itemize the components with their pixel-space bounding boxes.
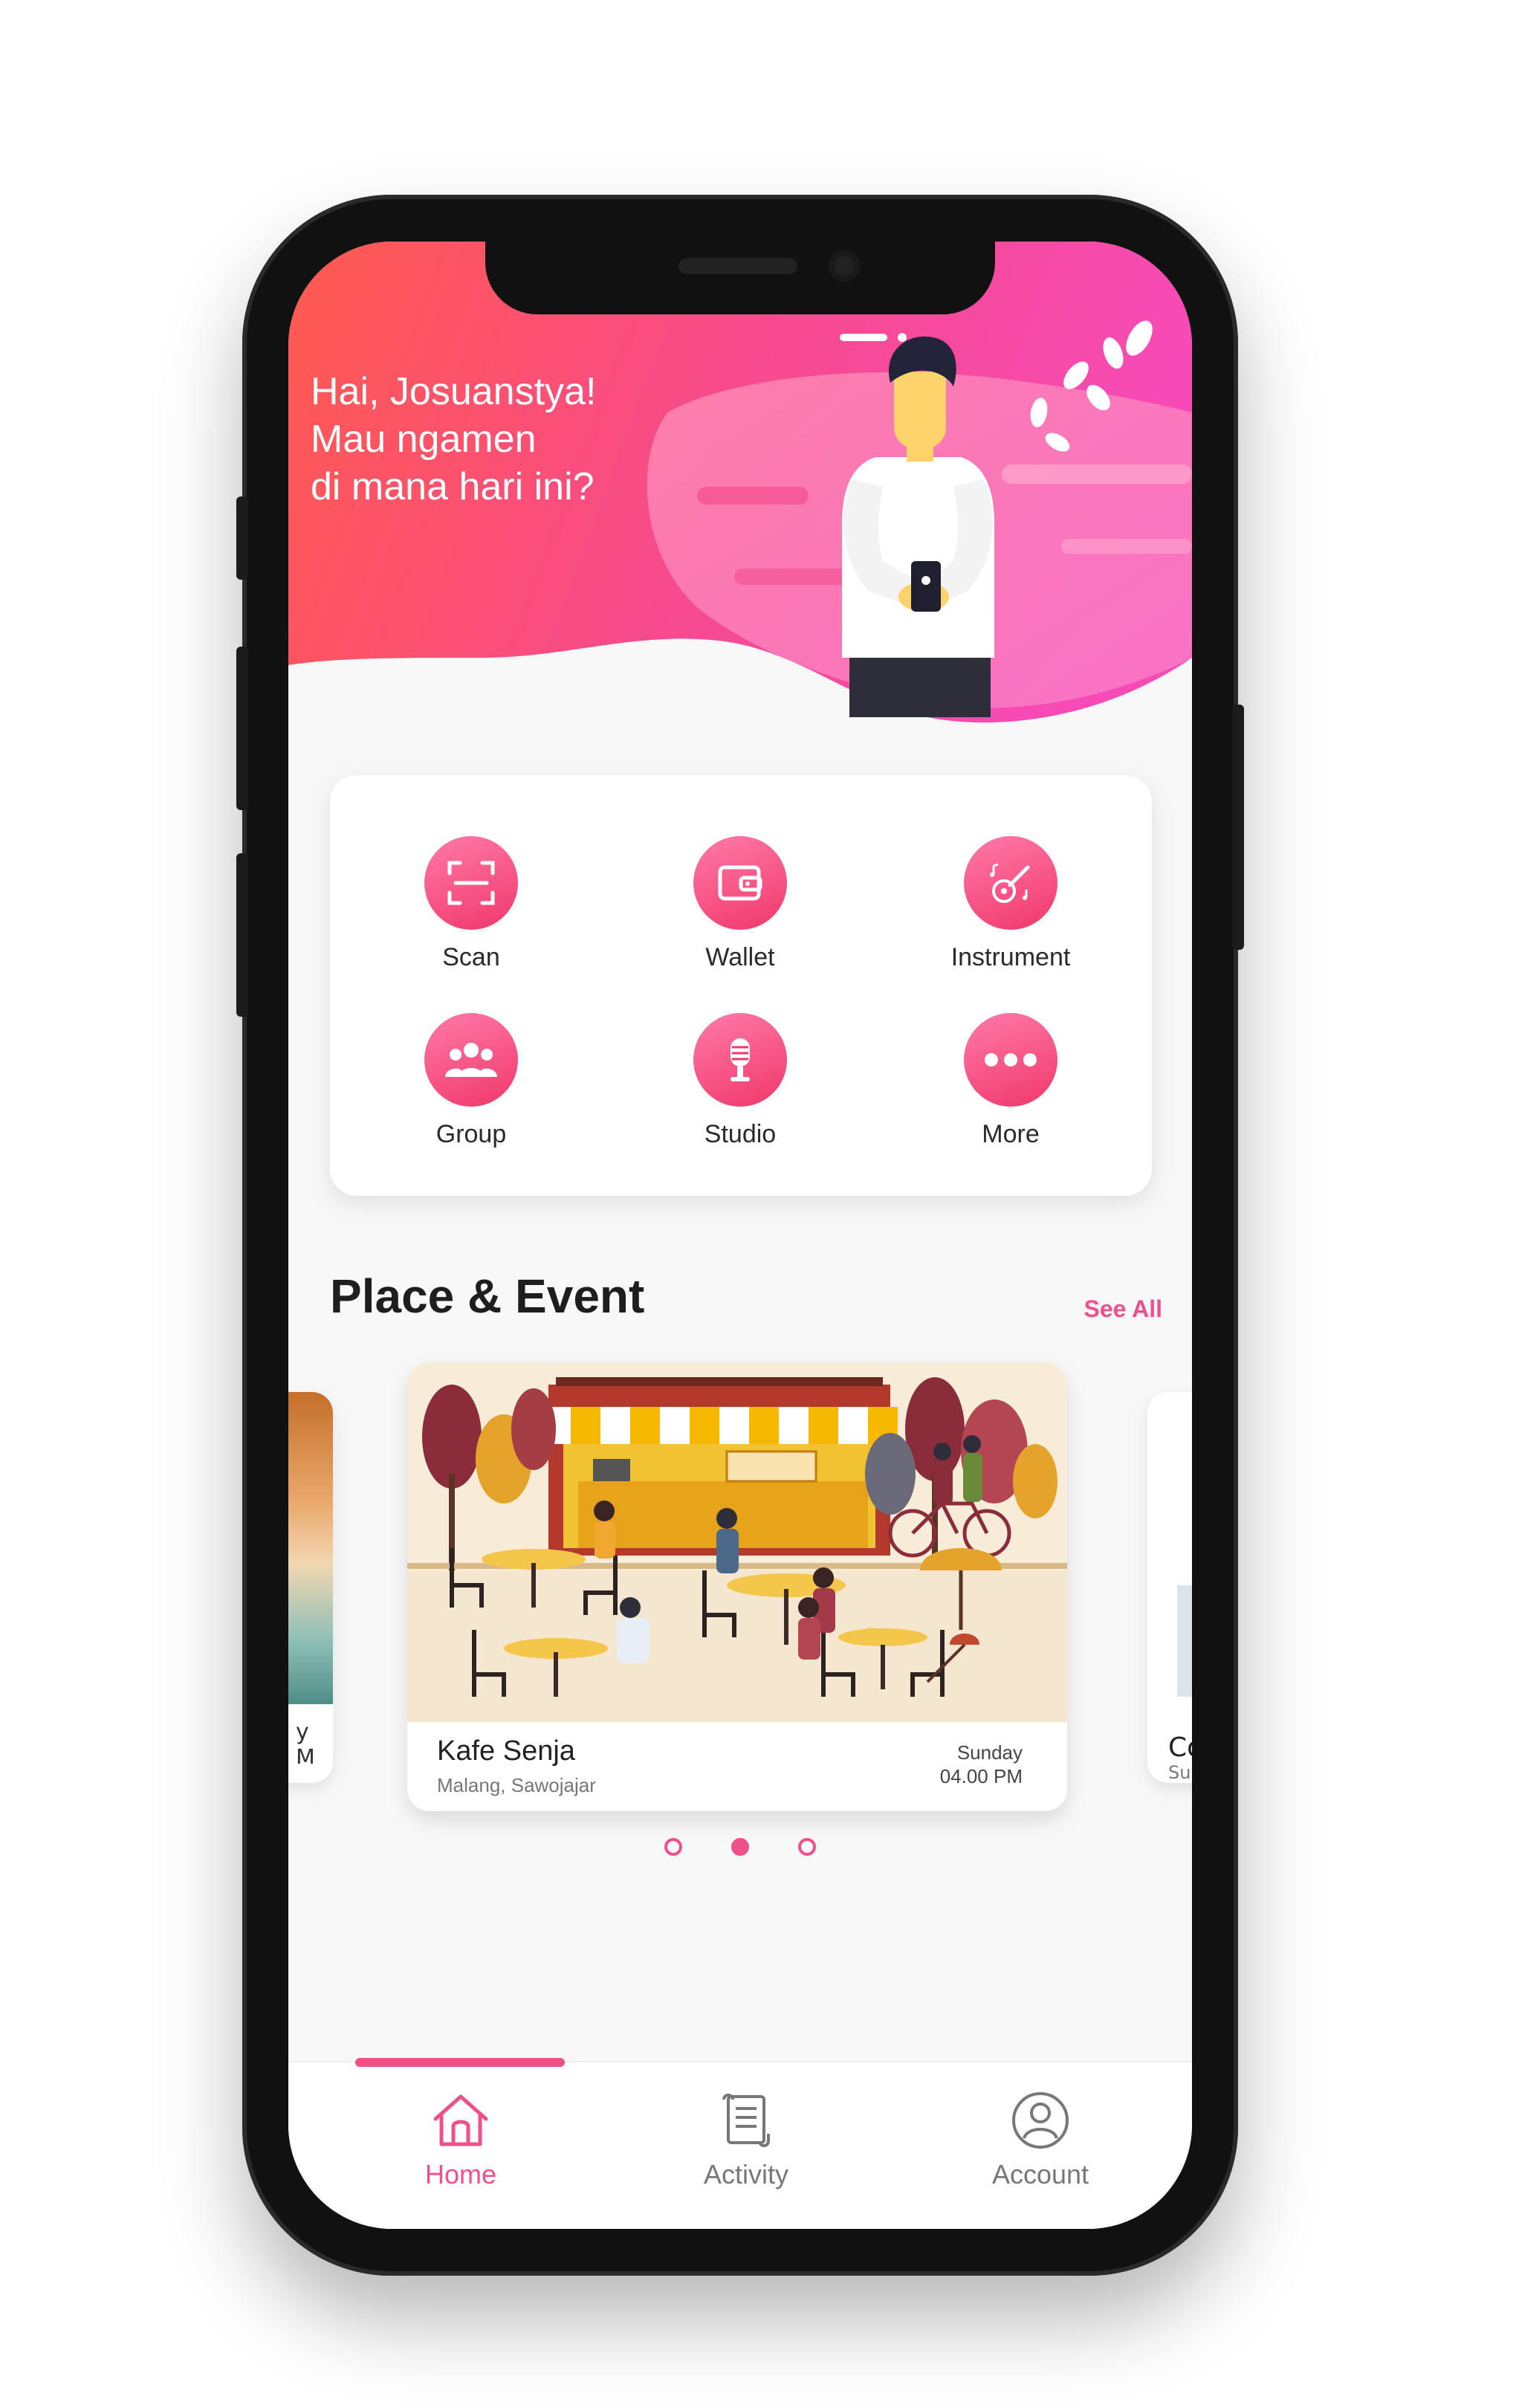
section-title: Place & Event — [330, 1269, 645, 1323]
nav-item-home[interactable]: Home — [349, 2089, 572, 2190]
speaker — [678, 258, 797, 274]
menu-item-more[interactable]: More — [899, 1013, 1122, 1162]
carousel-card-previous[interactable]: y M — [288, 1392, 333, 1783]
bottom-navigation: Home Activity Account — [288, 2058, 1192, 2229]
nav-label: Activity — [703, 2159, 788, 2189]
carousel-pagination — [288, 1838, 1192, 1868]
card-subtitle: Su — [1168, 1762, 1191, 1783]
home-icon — [433, 2094, 488, 2146]
nav-label: Home — [424, 2159, 497, 2189]
scan-icon — [424, 836, 518, 930]
pagination-dot[interactable] — [798, 1838, 816, 1856]
greeting-line: Mau ngamen — [311, 418, 537, 461]
menu-label: Group — [435, 1120, 507, 1148]
phone-side-button — [236, 853, 248, 1017]
menu-label: Studio — [704, 1120, 777, 1148]
wallet-icon — [693, 836, 787, 930]
menu-label: Scan — [442, 943, 500, 971]
microphone-icon — [693, 1013, 787, 1107]
menu-item-group[interactable]: Group — [360, 1013, 583, 1162]
event-time: 04.00 PM — [939, 1765, 1023, 1787]
scroll-icon — [722, 2094, 770, 2147]
menu-label: Instrument — [950, 943, 1071, 971]
event-day: Sunday — [956, 1741, 1023, 1764]
phone-side-button — [1232, 705, 1244, 950]
phone-side-button — [236, 496, 248, 580]
card-image — [1177, 1585, 1192, 1697]
event-name: Kafe Senja — [437, 1735, 575, 1767]
active-tab-indicator — [355, 2058, 565, 2067]
card-image — [288, 1392, 333, 1704]
pagination-dot-active[interactable] — [731, 1838, 749, 1856]
nav-label: Account — [991, 2159, 1089, 2189]
menu-label: More — [982, 1120, 1040, 1148]
menu-label: Wallet — [705, 943, 775, 971]
greeting-line: di mana hari ini? — [311, 465, 595, 508]
front-camera — [829, 250, 860, 282]
event-card[interactable]: Kafe Senja Malang, Sawojajar Sunday 04.0… — [407, 1362, 1067, 1811]
user-icon — [1012, 2092, 1069, 2149]
notch — [485, 242, 995, 314]
nav-item-activity[interactable]: Activity — [635, 2089, 858, 2190]
menu-item-studio[interactable]: Studio — [629, 1013, 852, 1162]
phone-side-button — [236, 647, 248, 810]
group-icon — [424, 1013, 518, 1107]
quick-menu-card: Scan Wallet Instrument Group Studio More — [330, 775, 1152, 1196]
cafe-illustration — [407, 1362, 1067, 1722]
nav-item-account[interactable]: Account — [929, 2089, 1152, 2190]
card-text: y M — [296, 1719, 315, 1764]
see-all-link[interactable]: See All — [1083, 1295, 1162, 1323]
mockup-stage: Hai, Josuanstya! Mau ngamen di mana hari… — [0, 0, 1516, 2408]
carousel-card-next[interactable]: Co Su — [1147, 1392, 1192, 1783]
greeting-text: Hai, Josuanstya! Mau ngamen di mana hari… — [311, 368, 697, 511]
phone-screen: Hai, Josuanstya! Mau ngamen di mana hari… — [288, 242, 1192, 2229]
event-location: Malang, Sawojajar — [437, 1774, 596, 1796]
guitar-icon — [964, 836, 1057, 930]
greeting-line: Hai, Josuanstya! — [311, 370, 597, 413]
menu-item-instrument[interactable]: Instrument — [899, 836, 1122, 985]
pagination-dot[interactable] — [664, 1838, 682, 1856]
header-banner: Hai, Josuanstya! Mau ngamen di mana hari… — [288, 242, 1192, 762]
menu-item-scan[interactable]: Scan — [360, 836, 583, 985]
card-title: Co — [1168, 1732, 1192, 1763]
menu-item-wallet[interactable]: Wallet — [629, 836, 852, 985]
more-icon — [964, 1013, 1057, 1107]
